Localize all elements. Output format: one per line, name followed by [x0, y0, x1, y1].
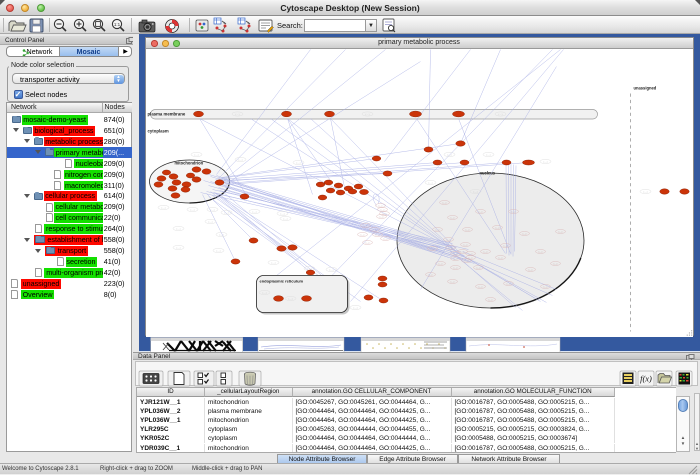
svg-text:(....): (....) [194, 154, 198, 156]
svg-text:(....): (....) [435, 229, 439, 231]
svg-text:(....): (....) [380, 209, 384, 211]
svg-text:(....): (....) [382, 213, 386, 215]
svg-text:(....): (....) [450, 281, 454, 283]
svg-text:(....): (....) [538, 251, 542, 253]
svg-text:(....): (....) [447, 154, 451, 156]
svg-text:(....): (....) [498, 257, 502, 259]
svg-text:(....): (....) [448, 247, 452, 249]
svg-text:(....): (....) [216, 250, 220, 252]
svg-text:(....): (....) [543, 161, 547, 163]
svg-text:(....): (....) [360, 234, 364, 236]
svg-text:mitochondrion: mitochondrion [174, 160, 203, 165]
svg-text:(....): (....) [283, 218, 287, 220]
svg-text:(....): (....) [329, 269, 333, 271]
svg-text:cytoplasm: cytoplasm [147, 128, 168, 133]
svg-text:(....): (....) [176, 247, 180, 249]
svg-text:(....): (....) [473, 191, 477, 193]
svg-text:(....): (....) [488, 299, 492, 301]
svg-text:(....): (....) [643, 191, 647, 193]
svg-text:(....): (....) [262, 292, 266, 294]
svg-text:1:1: 1:1 [114, 22, 121, 27]
svg-text:(....): (....) [235, 113, 239, 115]
svg-text:(....): (....) [465, 229, 469, 231]
svg-text:(....): (....) [522, 233, 526, 235]
svg-text:(....): (....) [208, 221, 212, 223]
svg-text:(....): (....) [210, 209, 214, 211]
svg-text:(....): (....) [464, 260, 468, 262]
svg-text:(....): (....) [498, 113, 502, 115]
svg-text:(....): (....) [450, 217, 454, 219]
svg-text:(....): (....) [372, 229, 376, 231]
svg-text:(....): (....) [363, 225, 367, 227]
svg-text:plasma membrane: plasma membrane [147, 111, 185, 116]
svg-text:(....): (....) [495, 227, 499, 229]
svg-text:(....): (....) [453, 267, 457, 269]
svg-text:(....): (....) [365, 113, 369, 115]
svg-text:(....): (....) [438, 263, 442, 265]
svg-text:(....): (....) [442, 202, 446, 204]
svg-text:(....): (....) [468, 253, 472, 255]
svg-text:(....): (....) [453, 253, 457, 255]
svg-text:(....): (....) [224, 212, 228, 214]
svg-text:(....): (....) [219, 234, 223, 236]
svg-text:(....): (....) [353, 307, 357, 309]
svg-text:(....): (....) [190, 209, 194, 211]
svg-text:(....): (....) [365, 242, 369, 244]
svg-text:(....): (....) [553, 263, 557, 265]
svg-text:(....): (....) [476, 267, 480, 269]
svg-text:(....): (....) [528, 269, 532, 271]
svg-text:(....): (....) [558, 231, 562, 233]
svg-text:(....): (....) [478, 286, 482, 288]
svg-text:(....): (....) [161, 207, 165, 209]
svg-text:(....): (....) [511, 211, 515, 213]
svg-text:(....): (....) [503, 245, 507, 247]
svg-text:endoplasmic reticulum: endoplasmic reticulum [259, 278, 303, 283]
svg-text:(....): (....) [288, 298, 292, 300]
svg-text:(....): (....) [486, 154, 490, 156]
svg-text:(....): (....) [378, 205, 382, 207]
svg-text:(....): (....) [468, 257, 472, 259]
svg-text:(....): (....) [271, 262, 275, 264]
svg-text:(....): (....) [176, 228, 180, 230]
svg-text:unassigned: unassigned [633, 85, 656, 90]
svg-text:(....): (....) [383, 238, 387, 240]
svg-text:(....): (....) [375, 234, 379, 236]
svg-text:f(x): f(x) [640, 374, 652, 384]
svg-text:(....): (....) [296, 162, 300, 164]
svg-text:(....): (....) [446, 239, 450, 241]
svg-text:(....): (....) [543, 286, 547, 288]
svg-text:(....): (....) [238, 159, 242, 161]
svg-text:nucleus: nucleus [479, 170, 495, 175]
svg-text:(....): (....) [506, 283, 510, 285]
svg-text:(....): (....) [430, 248, 434, 250]
svg-text:(....): (....) [483, 251, 487, 253]
svg-text:(....): (....) [379, 216, 383, 218]
svg-text:(....): (....) [280, 213, 284, 215]
svg-text:(....): (....) [252, 211, 256, 213]
svg-text:(....): (....) [453, 258, 457, 260]
svg-text:(....): (....) [478, 211, 482, 213]
svg-text:(....): (....) [428, 274, 432, 276]
svg-text:(....): (....) [463, 244, 467, 246]
svg-text:(....): (....) [460, 251, 464, 253]
svg-text:(....): (....) [428, 182, 432, 184]
